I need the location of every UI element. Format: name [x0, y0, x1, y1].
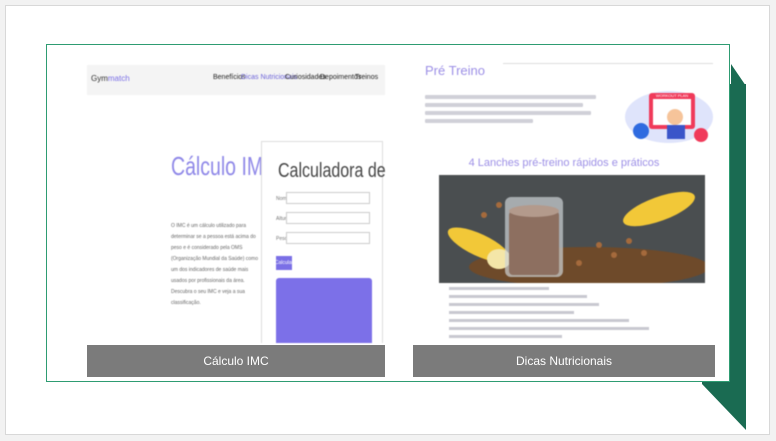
- caption-calculo-imc[interactable]: Cálculo IMC: [87, 345, 385, 377]
- calcular-button[interactable]: Calcular: [275, 256, 293, 270]
- site-navbar: Gymmatch Benefícios Dicas Nutricionais C…: [87, 65, 385, 95]
- nome-field[interactable]: [286, 192, 370, 204]
- altura-field[interactable]: [286, 212, 370, 224]
- site-brand[interactable]: Gymmatch: [91, 74, 130, 83]
- banana-shake-photo: [439, 175, 705, 283]
- heading-divider: [503, 63, 713, 64]
- caption-dicas-nutricionais[interactable]: Dicas Nutricionais: [413, 345, 715, 377]
- workout-plan-label: WORKOUT PLAN: [656, 93, 688, 98]
- workout-plan-illustration: WORKOUT PLAN: [625, 91, 713, 143]
- imc-screenshot[interactable]: Gymmatch Benefícios Dicas Nutricionais C…: [87, 65, 385, 343]
- dicas-screenshot[interactable]: Pré Treino WORKOUT PLAN 4 Lanches pré-tr…: [413, 63, 715, 343]
- calculator-title: Calculadora de IMC: [278, 160, 385, 182]
- recipe-list: [449, 287, 699, 343]
- pre-treino-heading: Pré Treino: [425, 63, 485, 78]
- imc-calculator: Calculadora de IMC Nome Altura Peso Calc…: [261, 141, 385, 343]
- result-panel: [276, 278, 372, 343]
- lanches-heading: 4 Lanches pré-treino rápidos e práticos: [468, 157, 660, 169]
- project-card: Gymmatch Benefícios Dicas Nutricionais C…: [46, 44, 730, 382]
- pre-treino-paragraph: [425, 95, 605, 135]
- imc-description: O IMC é um cálculo utilizado para determ…: [171, 223, 258, 306]
- nav-item-treinos[interactable]: Treinos: [355, 74, 378, 81]
- peso-field[interactable]: [286, 232, 370, 244]
